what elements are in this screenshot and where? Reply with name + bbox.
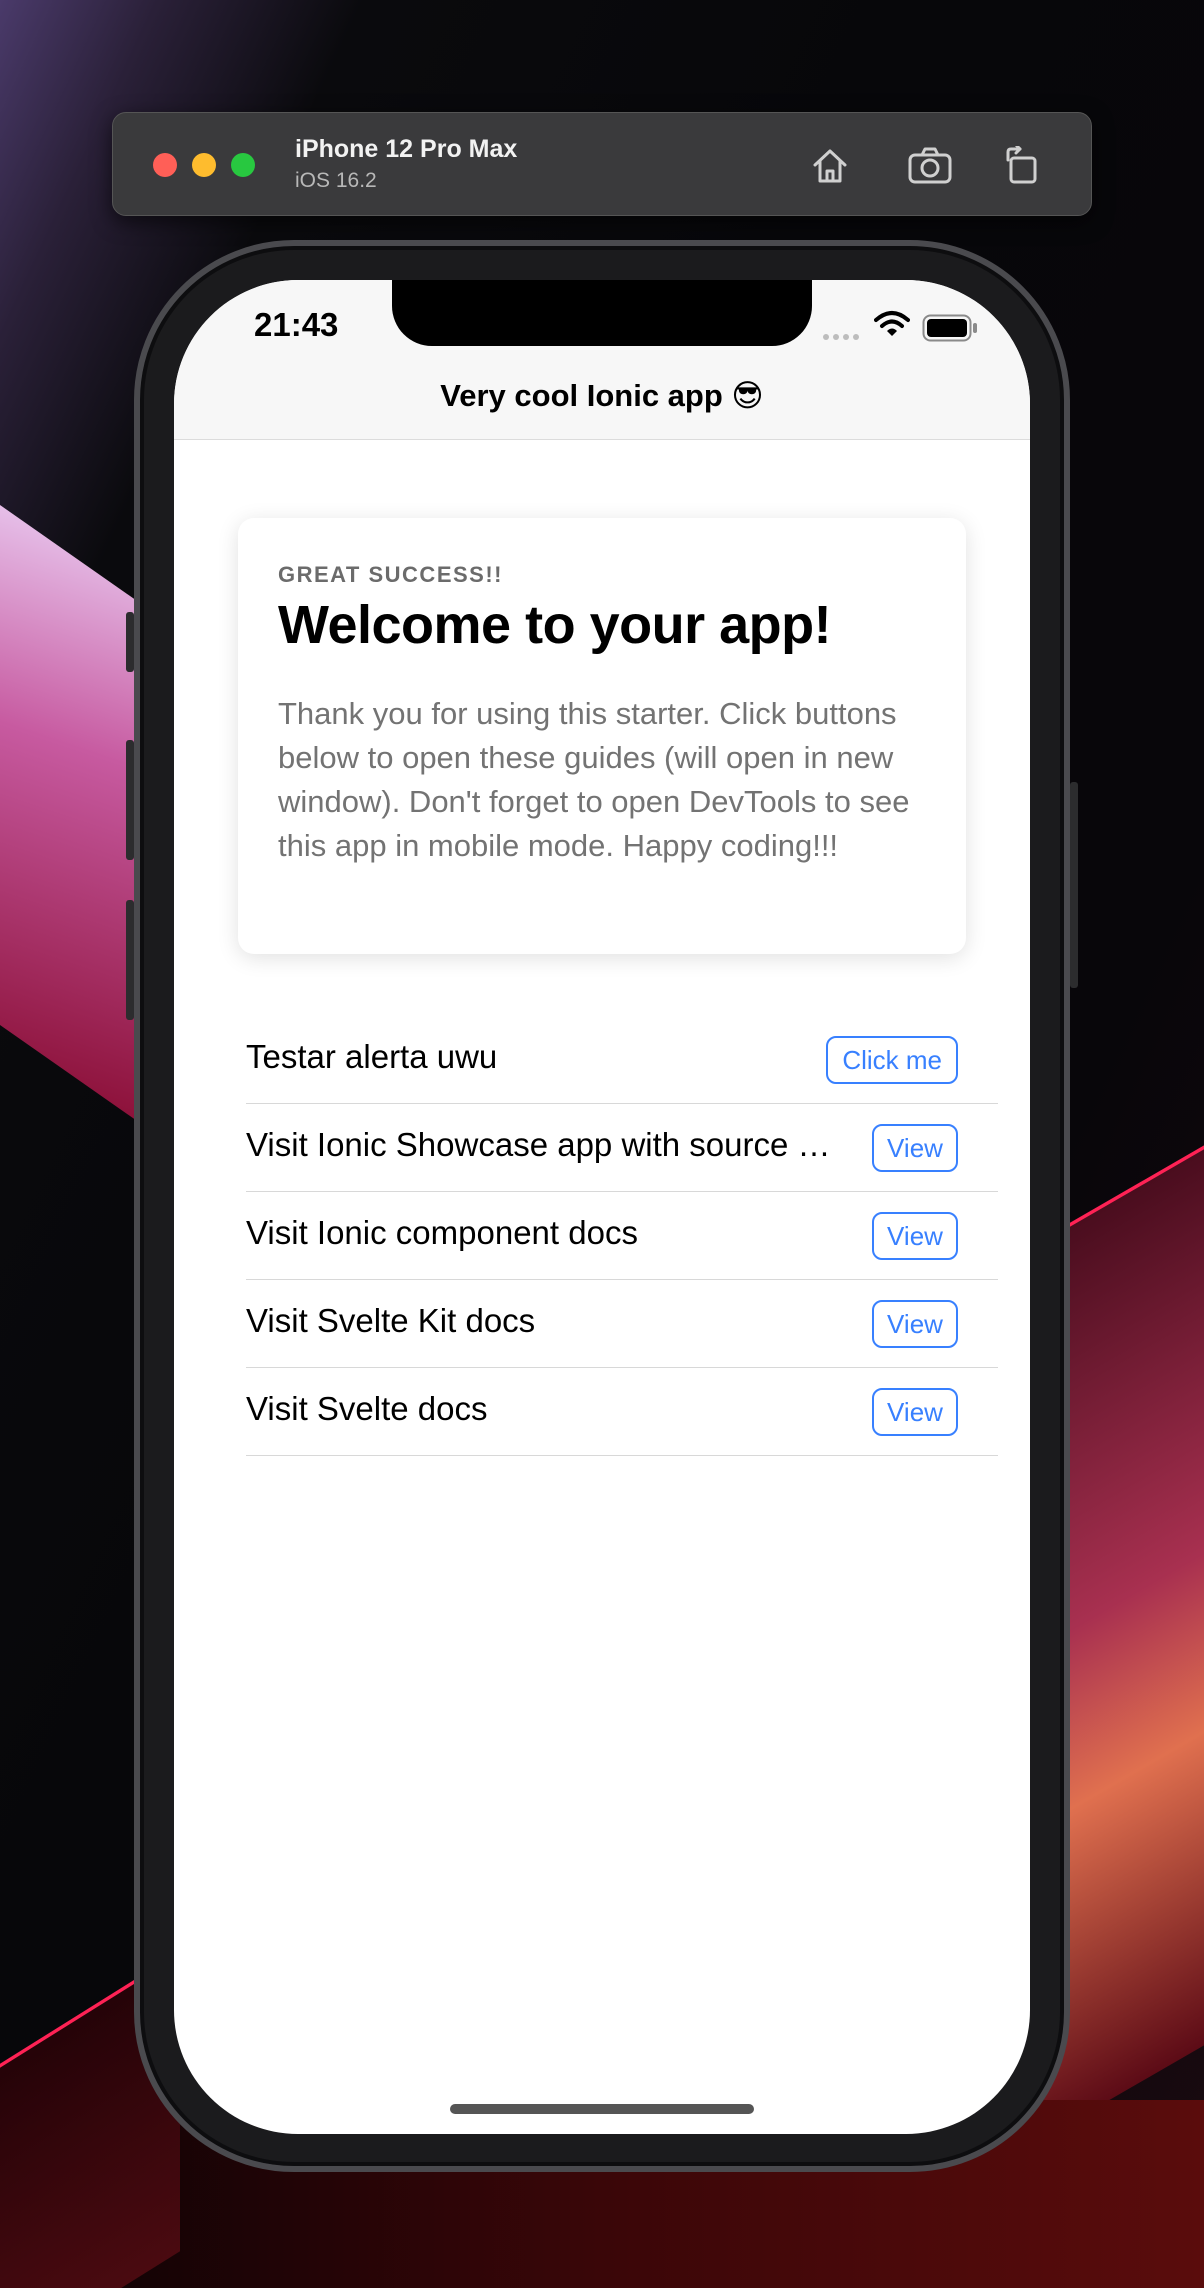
view-button[interactable]: View: [872, 1124, 958, 1172]
list-item-label: Visit Svelte Kit docs: [246, 1302, 536, 1339]
list-item-label: Testar alerta uwu: [246, 1038, 498, 1075]
rotate-button[interactable]: [999, 143, 1045, 189]
list-item: Visit Ionic Showcase app with source cod…: [246, 1104, 998, 1192]
card-title: Welcome to your app!: [278, 595, 832, 655]
minimize-window-button[interactable]: [192, 153, 216, 177]
phone-screen: 21:43 Very cool Ionic app 😎 GREAT SUCCES…: [174, 280, 1030, 2134]
home-button[interactable]: [807, 143, 853, 189]
simulator-os-version: iOS 16.2: [295, 169, 377, 192]
screenshot-button[interactable]: [907, 143, 953, 189]
view-button[interactable]: View: [872, 1300, 958, 1348]
side-power-button: [1070, 782, 1078, 988]
home-indicator[interactable]: [450, 2104, 754, 2114]
list-item-label: Visit Ionic Showcase app with source cod…: [246, 1126, 836, 1163]
toolbar-title: Very cool Ionic app 😎: [440, 378, 764, 413]
view-button[interactable]: View: [872, 1388, 958, 1436]
card-subtitle: GREAT SUCCESS!!: [278, 562, 503, 587]
list-item-label: Visit Svelte docs: [246, 1390, 488, 1427]
welcome-card: GREAT SUCCESS!! Welcome to your app! Tha…: [238, 518, 966, 954]
card-body: Thank you for using this starter. Click …: [278, 696, 910, 863]
list-item-label: Visit Ionic component docs: [246, 1214, 638, 1251]
list-item: Visit Svelte Kit docs View: [246, 1280, 998, 1368]
list-item: Visit Svelte docs View: [246, 1368, 998, 1456]
click-me-button[interactable]: Click me: [826, 1036, 958, 1084]
simulator-title-bar: iPhone 12 Pro Max iOS 16.2: [112, 112, 1092, 216]
battery-icon: [922, 314, 978, 347]
status-time: 21:43: [254, 306, 339, 343]
cellular-icon: [822, 328, 862, 346]
home-icon: [813, 149, 847, 183]
wifi-icon: [874, 310, 910, 343]
zoom-window-button[interactable]: [231, 153, 255, 177]
notch: [392, 280, 812, 346]
rotate-icon: [1006, 146, 1037, 184]
mute-switch: [126, 612, 134, 672]
simulator-device-name: iPhone 12 Pro Max: [295, 135, 518, 163]
volume-up-button: [126, 740, 134, 860]
list-item: Visit Ionic component docs View: [246, 1192, 998, 1280]
close-window-button[interactable]: [153, 153, 177, 177]
guide-list: Testar alerta uwu Click me Visit Ionic S…: [246, 1016, 998, 1456]
camera-icon: [908, 147, 952, 184]
list-item: Testar alerta uwu Click me: [246, 1016, 998, 1104]
view-button[interactable]: View: [872, 1212, 958, 1260]
volume-down-button: [126, 900, 134, 1020]
